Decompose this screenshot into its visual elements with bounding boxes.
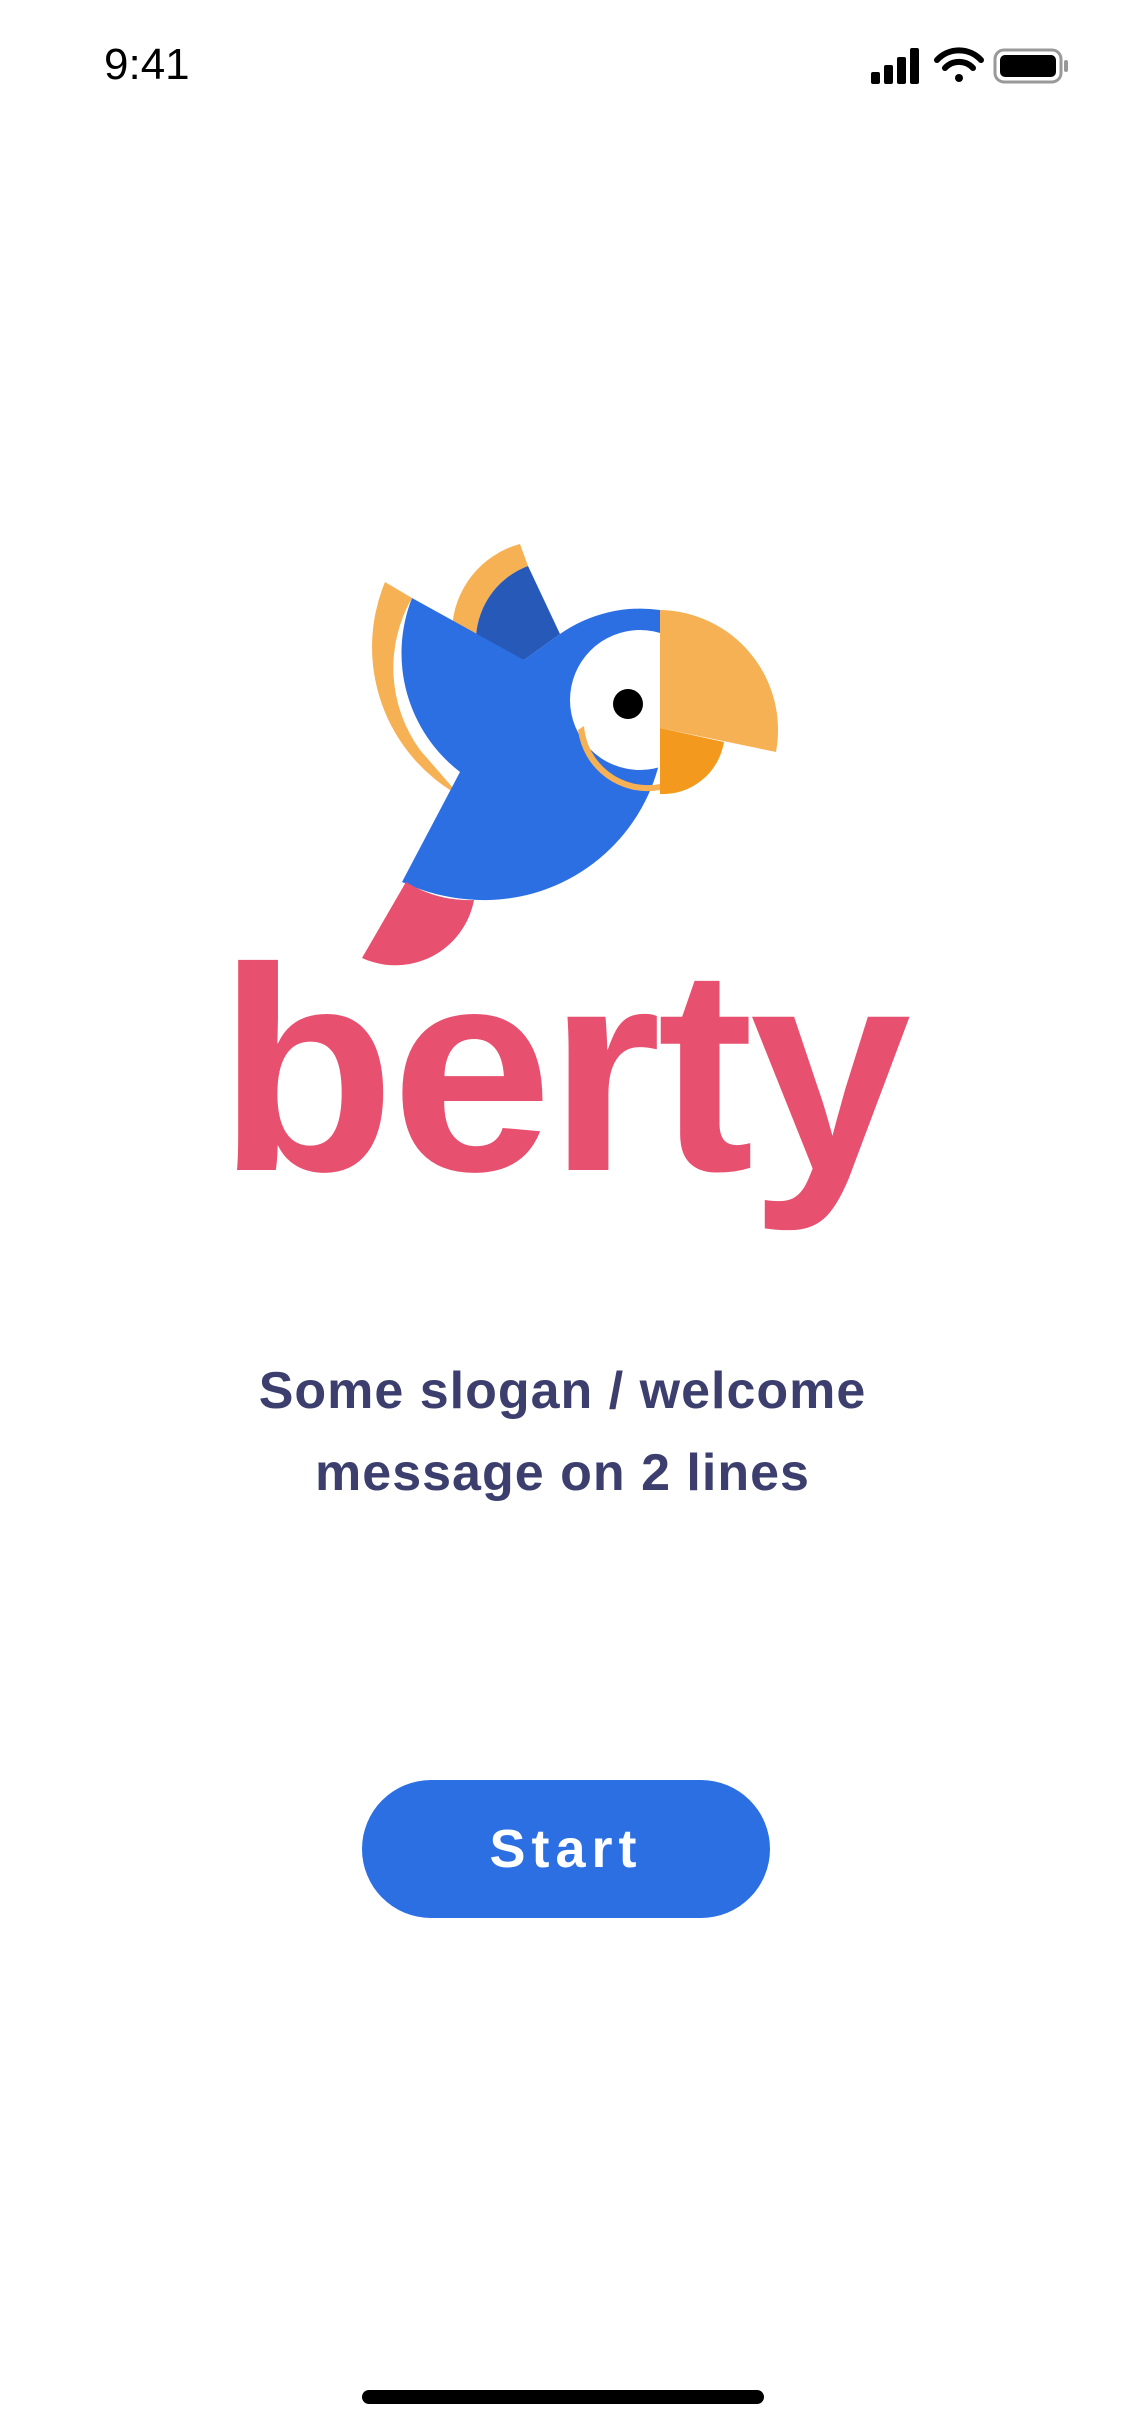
welcome-line-2: message on 2 lines <box>315 1444 810 1502</box>
welcome-message: Some slogan / welcome message on 2 lines <box>0 1350 1125 1514</box>
wifi-icon <box>934 47 984 82</box>
battery-icon <box>993 48 1068 84</box>
status-icons <box>871 44 1081 88</box>
status-bar: 9:41 <box>0 0 1125 132</box>
status-time: 9:41 <box>104 40 190 89</box>
signal-icon <box>871 48 919 84</box>
parrot-beak-upper <box>660 610 779 752</box>
welcome-line-1: Some slogan / welcome <box>258 1362 867 1420</box>
brand-name: berty <box>217 908 911 1232</box>
start-button[interactable]: Start <box>362 1780 770 1918</box>
home-indicator[interactable] <box>362 2390 764 2404</box>
parrot-eye <box>613 689 643 719</box>
